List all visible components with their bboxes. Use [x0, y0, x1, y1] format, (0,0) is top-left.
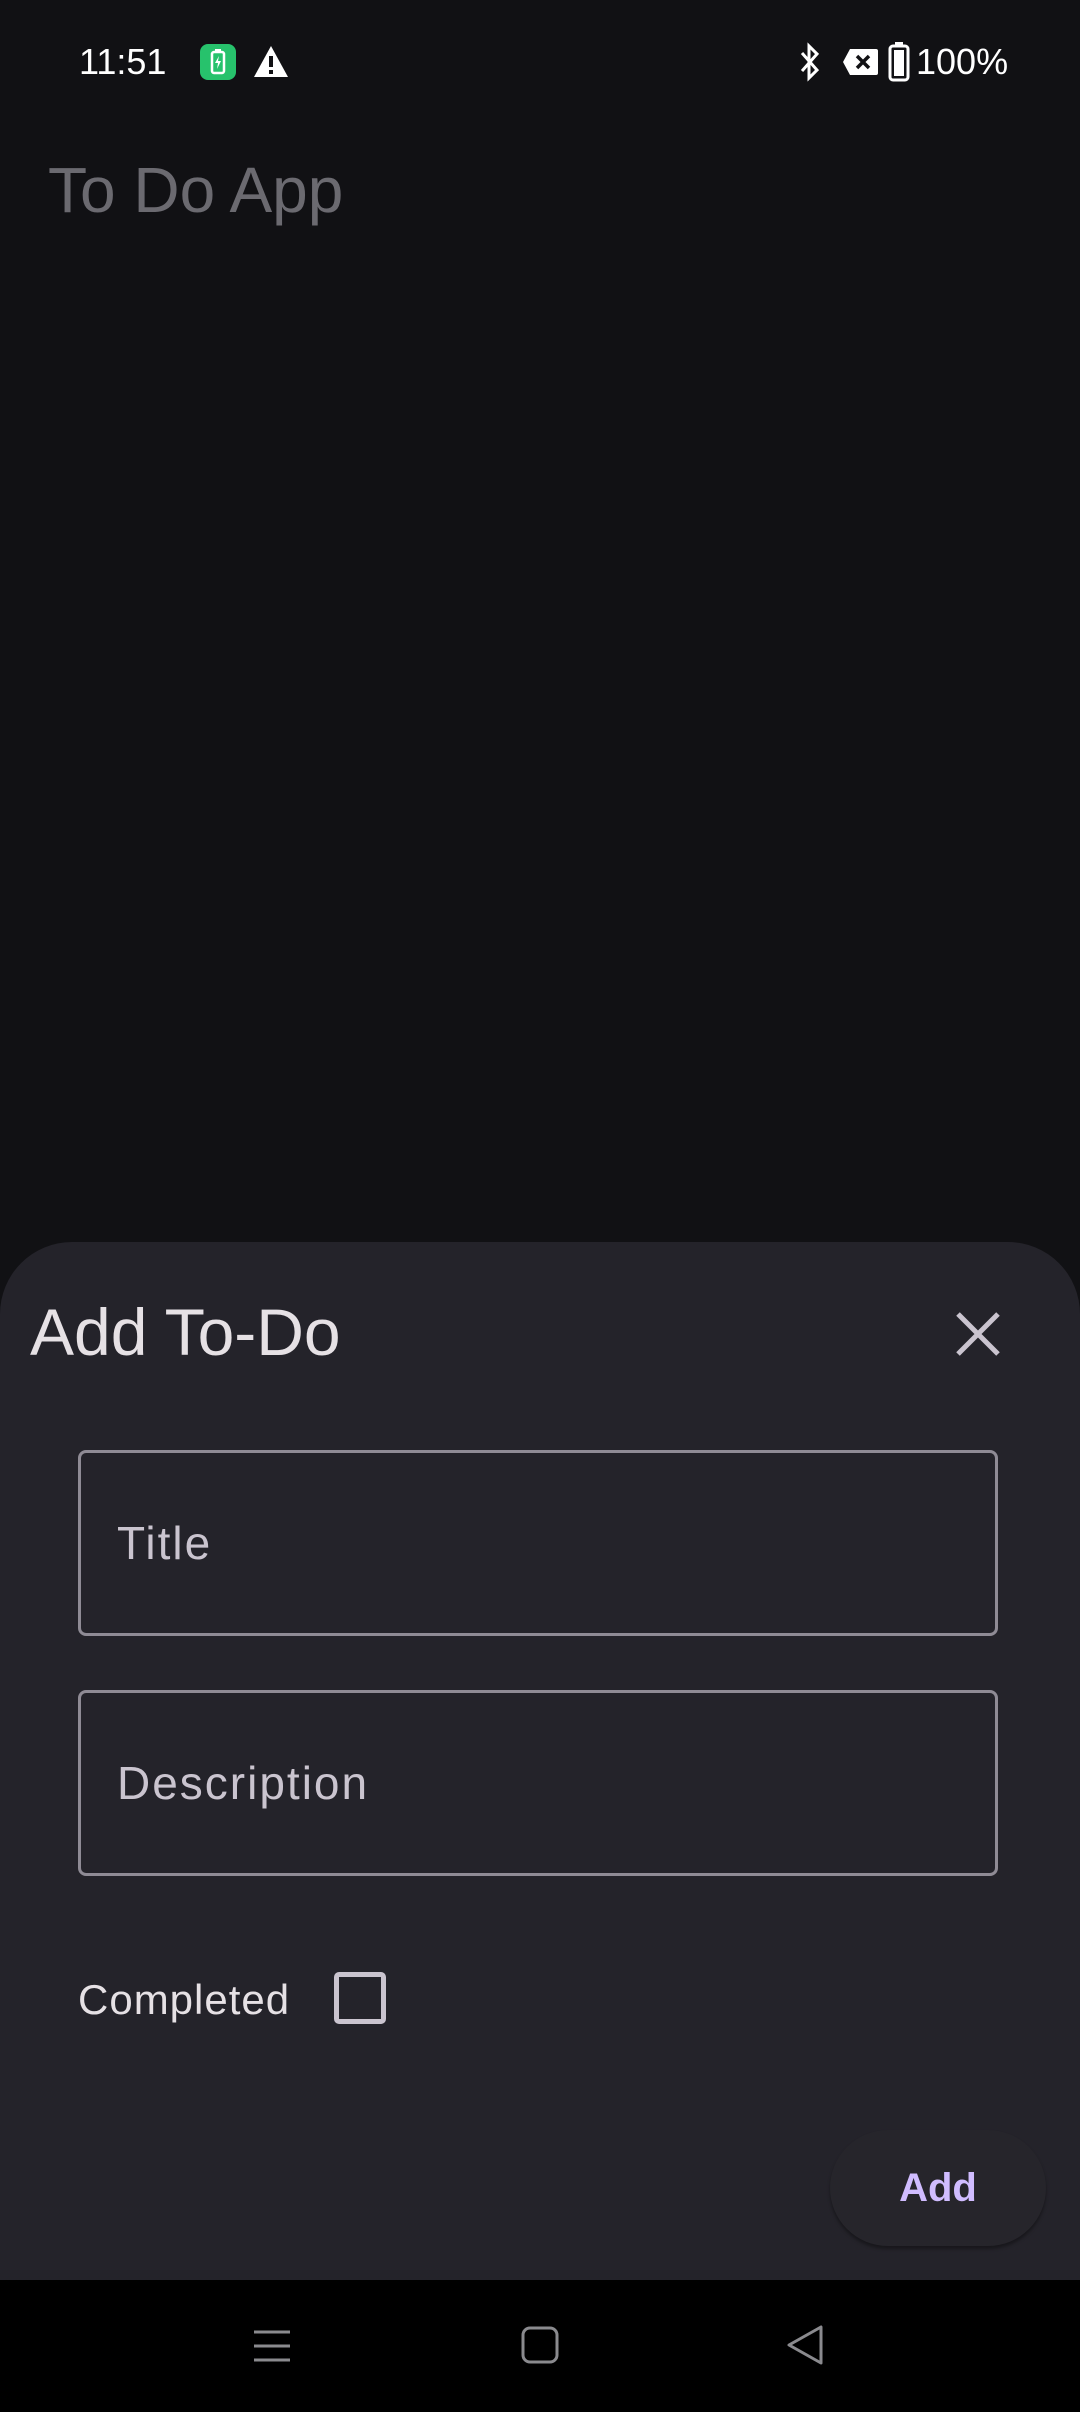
- battery-charging-icon: [200, 44, 236, 80]
- back-icon[interactable]: [786, 2324, 824, 2366]
- completed-checkbox[interactable]: [334, 1972, 386, 2024]
- close-icon: [956, 1312, 1000, 1356]
- battery-percent: 100%: [916, 41, 1009, 82]
- menu-icon[interactable]: [252, 2326, 292, 2366]
- description-input[interactable]: [115, 1755, 995, 1811]
- bluetooth-icon: [796, 42, 824, 82]
- status-time: 11:51: [79, 41, 167, 82]
- app-title: To Do App: [48, 154, 344, 226]
- description-field[interactable]: [78, 1690, 998, 1876]
- completed-label: Completed: [78, 1976, 291, 2023]
- add-todo-sheet: Add To-Do Completed Add: [0, 1242, 1080, 2280]
- battery-icon: [888, 42, 910, 82]
- title-field[interactable]: [78, 1450, 998, 1636]
- add-button[interactable]: Add: [830, 2130, 1046, 2246]
- title-input[interactable]: [115, 1515, 995, 1571]
- home-icon[interactable]: [520, 2324, 560, 2366]
- warning-icon: [252, 44, 290, 80]
- sheet-title: Add To-Do: [30, 1295, 341, 1369]
- close-button[interactable]: [930, 1286, 1026, 1382]
- status-bar: 11:51 100%: [0, 0, 1080, 126]
- no-sim-icon: [842, 47, 880, 77]
- navigation-bar: [0, 2280, 1080, 2412]
